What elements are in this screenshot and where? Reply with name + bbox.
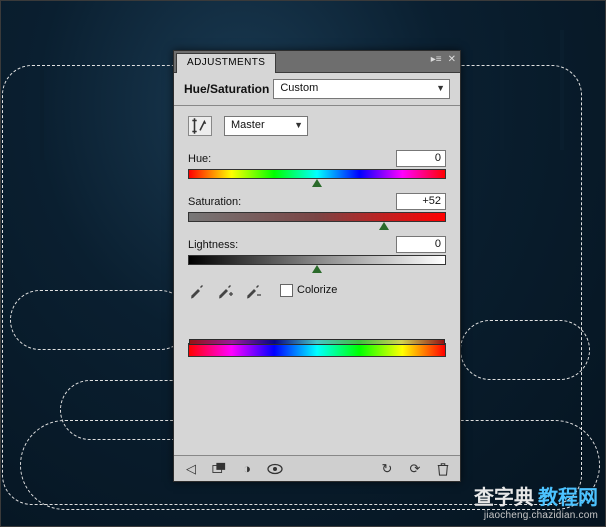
hue-slider-thumb[interactable] [312, 179, 322, 187]
preset-select[interactable]: Custom [273, 79, 450, 99]
reset-icon[interactable]: ⟳ [406, 461, 424, 477]
panel-tab-bar: ADJUSTMENTS ▸≡ ✕ [174, 51, 460, 73]
saturation-slider-thumb[interactable] [379, 222, 389, 230]
new-adjustment-layer-icon[interactable] [210, 461, 228, 477]
marquee-selection [460, 320, 590, 380]
clip-to-layer-icon[interactable]: ◑ [238, 461, 256, 477]
eyedropper-minus-icon[interactable] [244, 281, 262, 299]
panel-menu-icon[interactable]: ▸≡ [431, 54, 442, 65]
saturation-slider[interactable] [188, 212, 446, 222]
colorize-label: Colorize [297, 284, 337, 296]
visibility-icon[interactable] [266, 461, 284, 477]
saturation-slider-block: Saturation: +52 [188, 193, 446, 222]
trash-icon[interactable] [434, 461, 452, 477]
target-adjust-icon[interactable] [188, 116, 212, 136]
colorize-checkbox[interactable] [280, 284, 293, 297]
lightness-slider[interactable] [188, 255, 446, 265]
lightness-label: Lightness: [188, 239, 238, 251]
hue-label: Hue: [188, 153, 211, 165]
color-spectrum-bar [188, 343, 446, 357]
saturation-label: Saturation: [188, 196, 241, 208]
marquee-selection [10, 290, 190, 350]
watermark: 查字典教程网 jiaocheng.chazidian.com [474, 487, 598, 522]
channel-select[interactable]: Master [224, 116, 308, 136]
tab-adjustments[interactable]: ADJUSTMENTS [176, 53, 276, 73]
previous-state-icon[interactable]: ↻ [378, 461, 396, 477]
hue-value-input[interactable]: 0 [396, 150, 446, 167]
saturation-value-input[interactable]: +52 [396, 193, 446, 210]
hue-slider-block: Hue: 0 [188, 150, 446, 179]
watermark-text-accent: 教程网 [538, 487, 598, 509]
close-icon[interactable]: ✕ [448, 54, 456, 65]
lightness-slider-thumb[interactable] [312, 265, 322, 273]
watermark-text-zh: 查字典 [474, 487, 534, 509]
hue-slider[interactable] [188, 169, 446, 179]
back-icon[interactable]: ◁ [182, 461, 200, 477]
eyedropper-plus-icon[interactable] [216, 281, 234, 299]
adjustment-title: Hue/Saturation [184, 82, 269, 96]
watermark-url: jiaocheng.chazidian.com [474, 510, 598, 522]
eyedropper-icon[interactable] [188, 281, 206, 299]
adjustments-panel: ADJUSTMENTS ▸≡ ✕ Hue/Saturation Custom M… [173, 50, 461, 482]
lightness-slider-block: Lightness: 0 [188, 236, 446, 265]
lightness-value-input[interactable]: 0 [396, 236, 446, 253]
